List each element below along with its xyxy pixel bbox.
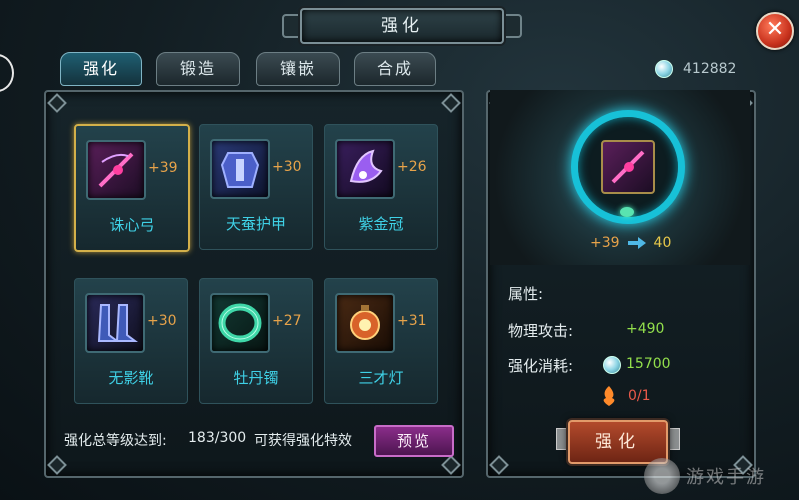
total-level-reward: 可获得强化特效 (254, 433, 352, 449)
item-name: 无影靴 (108, 369, 154, 387)
item-card-bow[interactable]: +39 诛心弓 (74, 124, 190, 252)
fire-stone-icon (603, 386, 615, 406)
item-name: 三才灯 (358, 369, 404, 387)
attributes-header: 属性: (508, 285, 544, 303)
corner-ornament (47, 93, 67, 113)
item-card-bracelet[interactable]: +27 牡丹镯 (199, 278, 313, 404)
cost-value: 15700 (626, 356, 671, 372)
material-count: 0/1 (628, 388, 651, 404)
item-level: +31 (397, 313, 427, 329)
silver-gem-icon (655, 60, 673, 78)
item-card-crown[interactable]: +26 紫金冠 (324, 124, 438, 250)
corner-ornament (489, 455, 509, 475)
enhance-ring (571, 110, 685, 224)
tab-synthesize[interactable]: 合成 (354, 52, 436, 86)
item-level: +27 (272, 313, 302, 329)
current-level: +39 (590, 235, 620, 251)
enhance-window: 强化 ✕ 强化 锻造 镶嵌 合成 412882 +39 诛心弓 +30 天蚕护甲… (0, 0, 799, 500)
boots-icon (85, 293, 145, 353)
window-title: 强化 (300, 8, 504, 44)
currency-display: 412882 (655, 59, 736, 79)
item-level: +26 (397, 159, 427, 175)
watermark: 游戏手游 (644, 456, 766, 496)
button-ornament-left (556, 428, 568, 450)
corner-ornament (47, 455, 67, 475)
button-ornament-right (668, 428, 680, 450)
tab-forge[interactable]: 锻造 (156, 52, 240, 86)
preview-button[interactable]: 预览 (374, 425, 454, 457)
crown-icon (335, 139, 395, 199)
close-icon: ✕ (765, 17, 785, 42)
currency-value: 412882 (683, 61, 737, 77)
total-level-progress: 183/300 (188, 430, 247, 446)
item-level: +30 (147, 313, 177, 329)
bow-icon (601, 140, 655, 194)
attribute-label: 物理攻击: (508, 322, 574, 340)
watermark-text: 游戏手游 (686, 467, 766, 488)
tab-enhance[interactable]: 强化 (60, 52, 142, 86)
corner-ornament (441, 93, 461, 113)
item-card-armor[interactable]: +30 天蚕护甲 (199, 124, 313, 250)
armor-icon (210, 139, 270, 199)
item-level: +30 (272, 159, 302, 175)
tab-inlay[interactable]: 镶嵌 (256, 52, 340, 86)
upgrade-preview: +39 40 (590, 235, 671, 251)
lantern-icon (335, 293, 395, 353)
watermark-logo-icon (644, 458, 680, 494)
attribute-value: +490 (626, 321, 665, 337)
silver-gem-icon (603, 356, 621, 374)
item-card-boots[interactable]: +30 无影靴 (74, 278, 188, 404)
item-name: 天蚕护甲 (225, 215, 286, 233)
close-button[interactable]: ✕ (756, 12, 794, 50)
cost-label: 强化消耗: (508, 357, 574, 375)
item-name: 诛心弓 (109, 216, 155, 234)
item-card-lantern[interactable]: +31 三才灯 (324, 278, 438, 404)
arrow-right-icon (627, 237, 646, 249)
side-handle[interactable] (0, 54, 14, 92)
bow-icon (86, 140, 146, 200)
corner-ornament (441, 455, 461, 475)
item-name: 紫金冠 (358, 215, 404, 233)
item-name: 牡丹镯 (233, 369, 279, 387)
next-level: 40 (653, 235, 672, 251)
item-level: +39 (148, 160, 178, 176)
ring-gem-icon (620, 207, 634, 217)
bracelet-icon (210, 293, 270, 353)
total-level-label: 强化总等级达到: (64, 433, 167, 449)
